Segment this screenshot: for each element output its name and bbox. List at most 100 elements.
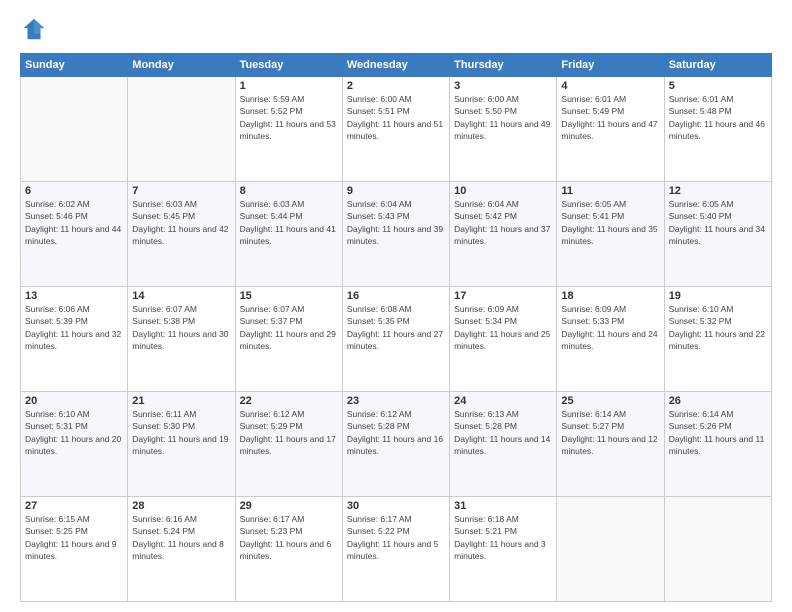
logo — [20, 15, 52, 43]
calendar-cell: 3Sunrise: 6:00 AM Sunset: 5:50 PM Daylig… — [450, 77, 557, 182]
calendar-cell: 11Sunrise: 6:05 AM Sunset: 5:41 PM Dayli… — [557, 182, 664, 287]
calendar-cell: 10Sunrise: 6:04 AM Sunset: 5:42 PM Dayli… — [450, 182, 557, 287]
calendar-cell: 18Sunrise: 6:09 AM Sunset: 5:33 PM Dayli… — [557, 287, 664, 392]
day-number: 9 — [347, 185, 445, 197]
day-info: Sunrise: 6:10 AM Sunset: 5:31 PM Dayligh… — [25, 408, 123, 457]
day-info: Sunrise: 6:01 AM Sunset: 5:49 PM Dayligh… — [561, 93, 659, 142]
weekday-header-row: Sunday Monday Tuesday Wednesday Thursday… — [21, 54, 772, 77]
day-number: 23 — [347, 395, 445, 407]
day-info: Sunrise: 6:05 AM Sunset: 5:41 PM Dayligh… — [561, 198, 659, 247]
calendar-cell — [21, 77, 128, 182]
day-info: Sunrise: 6:03 AM Sunset: 5:45 PM Dayligh… — [132, 198, 230, 247]
calendar-page: Sunday Monday Tuesday Wednesday Thursday… — [0, 0, 792, 612]
day-number: 7 — [132, 185, 230, 197]
calendar-cell — [557, 497, 664, 602]
day-info: Sunrise: 6:15 AM Sunset: 5:25 PM Dayligh… — [25, 513, 123, 562]
day-info: Sunrise: 6:05 AM Sunset: 5:40 PM Dayligh… — [669, 198, 767, 247]
day-number: 29 — [240, 500, 338, 512]
calendar-cell: 8Sunrise: 6:03 AM Sunset: 5:44 PM Daylig… — [235, 182, 342, 287]
calendar-cell: 6Sunrise: 6:02 AM Sunset: 5:46 PM Daylig… — [21, 182, 128, 287]
day-number: 3 — [454, 80, 552, 92]
calendar-cell: 9Sunrise: 6:04 AM Sunset: 5:43 PM Daylig… — [342, 182, 449, 287]
col-tuesday: Tuesday — [235, 54, 342, 77]
calendar-cell: 24Sunrise: 6:13 AM Sunset: 5:28 PM Dayli… — [450, 392, 557, 497]
calendar-cell: 30Sunrise: 6:17 AM Sunset: 5:22 PM Dayli… — [342, 497, 449, 602]
day-info: Sunrise: 5:59 AM Sunset: 5:52 PM Dayligh… — [240, 93, 338, 142]
day-info: Sunrise: 6:00 AM Sunset: 5:50 PM Dayligh… — [454, 93, 552, 142]
day-info: Sunrise: 6:12 AM Sunset: 5:29 PM Dayligh… — [240, 408, 338, 457]
col-thursday: Thursday — [450, 54, 557, 77]
day-number: 31 — [454, 500, 552, 512]
calendar-cell: 14Sunrise: 6:07 AM Sunset: 5:38 PM Dayli… — [128, 287, 235, 392]
day-number: 2 — [347, 80, 445, 92]
day-number: 1 — [240, 80, 338, 92]
day-info: Sunrise: 6:02 AM Sunset: 5:46 PM Dayligh… — [25, 198, 123, 247]
day-number: 14 — [132, 290, 230, 302]
day-info: Sunrise: 6:04 AM Sunset: 5:43 PM Dayligh… — [347, 198, 445, 247]
col-monday: Monday — [128, 54, 235, 77]
calendar-cell: 7Sunrise: 6:03 AM Sunset: 5:45 PM Daylig… — [128, 182, 235, 287]
calendar-cell: 25Sunrise: 6:14 AM Sunset: 5:27 PM Dayli… — [557, 392, 664, 497]
day-info: Sunrise: 6:11 AM Sunset: 5:30 PM Dayligh… — [132, 408, 230, 457]
calendar-cell: 15Sunrise: 6:07 AM Sunset: 5:37 PM Dayli… — [235, 287, 342, 392]
calendar-cell: 20Sunrise: 6:10 AM Sunset: 5:31 PM Dayli… — [21, 392, 128, 497]
day-info: Sunrise: 6:09 AM Sunset: 5:34 PM Dayligh… — [454, 303, 552, 352]
col-friday: Friday — [557, 54, 664, 77]
calendar-week-row: 6Sunrise: 6:02 AM Sunset: 5:46 PM Daylig… — [21, 182, 772, 287]
day-info: Sunrise: 6:16 AM Sunset: 5:24 PM Dayligh… — [132, 513, 230, 562]
col-sunday: Sunday — [21, 54, 128, 77]
calendar-cell: 28Sunrise: 6:16 AM Sunset: 5:24 PM Dayli… — [128, 497, 235, 602]
day-number: 5 — [669, 80, 767, 92]
day-info: Sunrise: 6:13 AM Sunset: 5:28 PM Dayligh… — [454, 408, 552, 457]
day-info: Sunrise: 6:03 AM Sunset: 5:44 PM Dayligh… — [240, 198, 338, 247]
calendar-cell: 23Sunrise: 6:12 AM Sunset: 5:28 PM Dayli… — [342, 392, 449, 497]
calendar-cell: 22Sunrise: 6:12 AM Sunset: 5:29 PM Dayli… — [235, 392, 342, 497]
col-wednesday: Wednesday — [342, 54, 449, 77]
calendar-week-row: 20Sunrise: 6:10 AM Sunset: 5:31 PM Dayli… — [21, 392, 772, 497]
calendar-week-row: 27Sunrise: 6:15 AM Sunset: 5:25 PM Dayli… — [21, 497, 772, 602]
day-info: Sunrise: 6:14 AM Sunset: 5:26 PM Dayligh… — [669, 408, 767, 457]
day-info: Sunrise: 6:07 AM Sunset: 5:38 PM Dayligh… — [132, 303, 230, 352]
day-number: 13 — [25, 290, 123, 302]
day-info: Sunrise: 6:12 AM Sunset: 5:28 PM Dayligh… — [347, 408, 445, 457]
day-info: Sunrise: 6:01 AM Sunset: 5:48 PM Dayligh… — [669, 93, 767, 142]
day-number: 4 — [561, 80, 659, 92]
day-info: Sunrise: 6:09 AM Sunset: 5:33 PM Dayligh… — [561, 303, 659, 352]
day-info: Sunrise: 6:04 AM Sunset: 5:42 PM Dayligh… — [454, 198, 552, 247]
calendar-cell: 31Sunrise: 6:18 AM Sunset: 5:21 PM Dayli… — [450, 497, 557, 602]
day-number: 25 — [561, 395, 659, 407]
calendar-cell: 27Sunrise: 6:15 AM Sunset: 5:25 PM Dayli… — [21, 497, 128, 602]
day-number: 28 — [132, 500, 230, 512]
day-info: Sunrise: 6:17 AM Sunset: 5:22 PM Dayligh… — [347, 513, 445, 562]
calendar-week-row: 1Sunrise: 5:59 AM Sunset: 5:52 PM Daylig… — [21, 77, 772, 182]
calendar-cell: 13Sunrise: 6:06 AM Sunset: 5:39 PM Dayli… — [21, 287, 128, 392]
calendar-cell: 1Sunrise: 5:59 AM Sunset: 5:52 PM Daylig… — [235, 77, 342, 182]
logo-icon — [20, 15, 48, 43]
col-saturday: Saturday — [664, 54, 771, 77]
calendar-cell — [664, 497, 771, 602]
calendar-cell: 2Sunrise: 6:00 AM Sunset: 5:51 PM Daylig… — [342, 77, 449, 182]
day-info: Sunrise: 6:10 AM Sunset: 5:32 PM Dayligh… — [669, 303, 767, 352]
day-number: 21 — [132, 395, 230, 407]
day-number: 8 — [240, 185, 338, 197]
calendar-cell: 17Sunrise: 6:09 AM Sunset: 5:34 PM Dayli… — [450, 287, 557, 392]
calendar-cell: 16Sunrise: 6:08 AM Sunset: 5:35 PM Dayli… — [342, 287, 449, 392]
calendar-cell: 12Sunrise: 6:05 AM Sunset: 5:40 PM Dayli… — [664, 182, 771, 287]
day-number: 6 — [25, 185, 123, 197]
day-info: Sunrise: 6:14 AM Sunset: 5:27 PM Dayligh… — [561, 408, 659, 457]
day-info: Sunrise: 6:00 AM Sunset: 5:51 PM Dayligh… — [347, 93, 445, 142]
calendar-cell: 5Sunrise: 6:01 AM Sunset: 5:48 PM Daylig… — [664, 77, 771, 182]
day-number: 20 — [25, 395, 123, 407]
calendar-cell: 19Sunrise: 6:10 AM Sunset: 5:32 PM Dayli… — [664, 287, 771, 392]
day-number: 10 — [454, 185, 552, 197]
day-number: 17 — [454, 290, 552, 302]
calendar-cell: 21Sunrise: 6:11 AM Sunset: 5:30 PM Dayli… — [128, 392, 235, 497]
day-info: Sunrise: 6:06 AM Sunset: 5:39 PM Dayligh… — [25, 303, 123, 352]
calendar-cell: 4Sunrise: 6:01 AM Sunset: 5:49 PM Daylig… — [557, 77, 664, 182]
day-number: 11 — [561, 185, 659, 197]
day-number: 24 — [454, 395, 552, 407]
calendar-week-row: 13Sunrise: 6:06 AM Sunset: 5:39 PM Dayli… — [21, 287, 772, 392]
day-number: 22 — [240, 395, 338, 407]
day-number: 15 — [240, 290, 338, 302]
day-number: 30 — [347, 500, 445, 512]
